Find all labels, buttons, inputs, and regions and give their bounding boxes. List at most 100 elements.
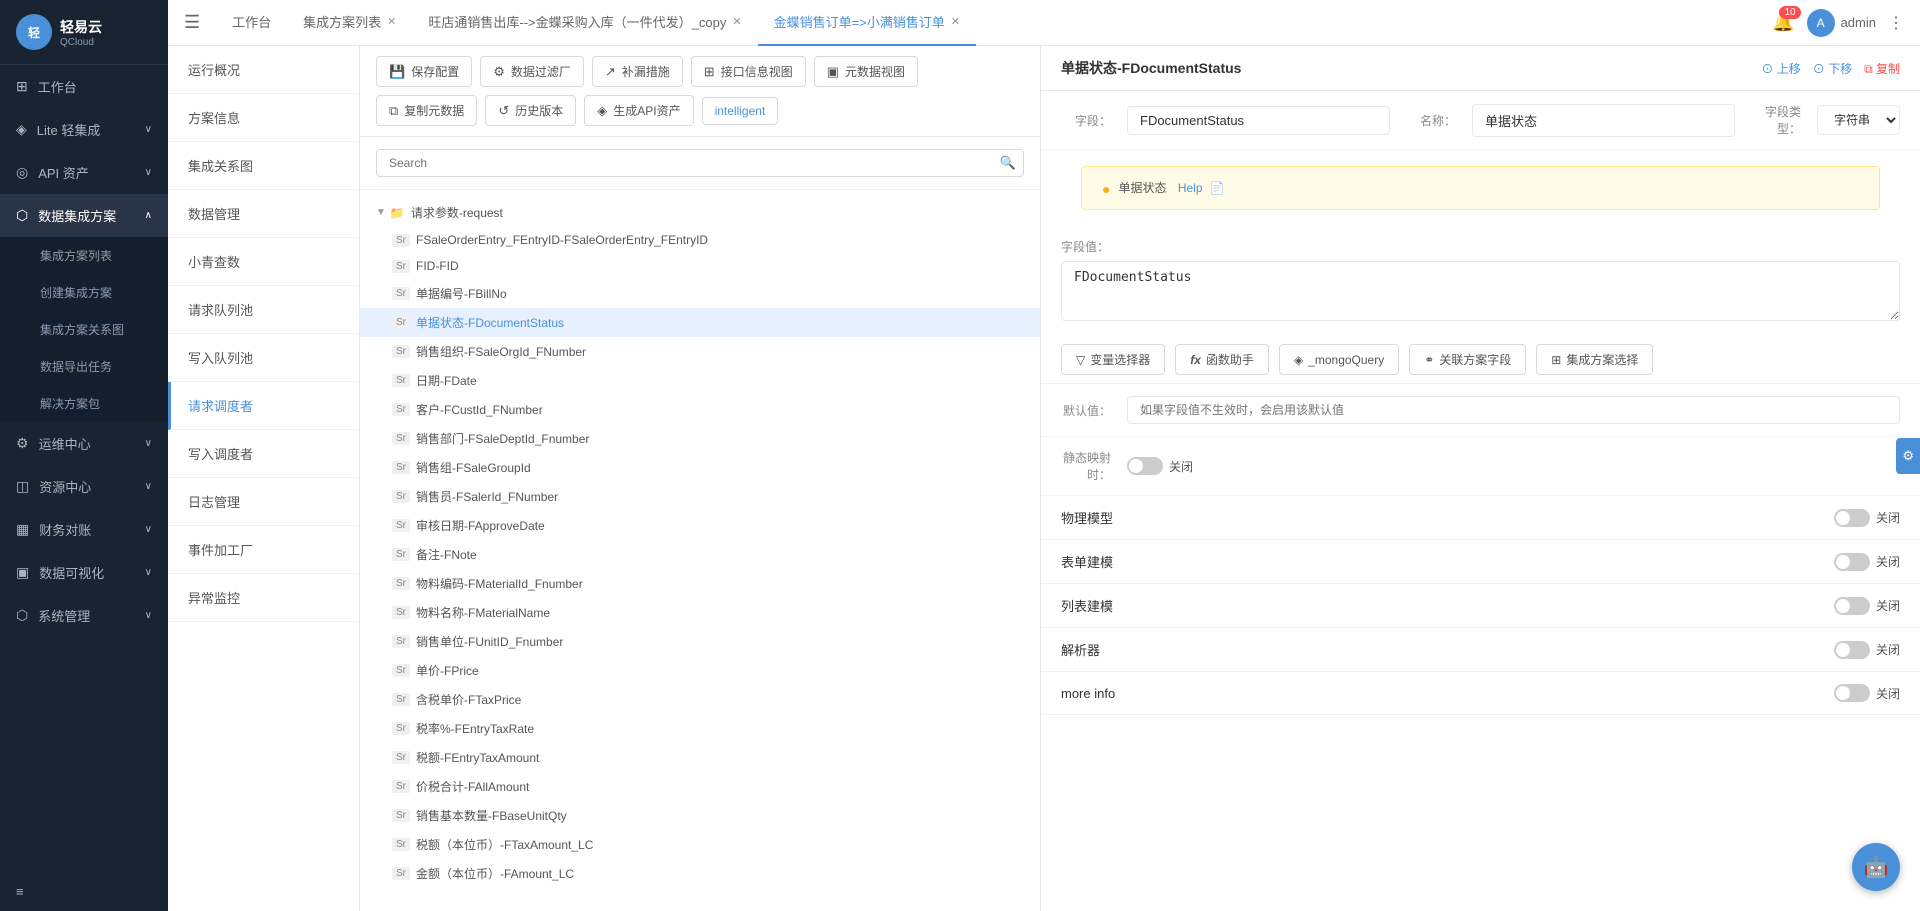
up-action[interactable]: ⊙ 上移	[1761, 60, 1800, 77]
tree-item-10[interactable]: Sr 审核日期-FApproveDate	[360, 511, 1040, 540]
sidebar-item-data-vis[interactable]: ▣ 数据可视化 ∨	[0, 551, 168, 594]
tab-jindie-close[interactable]: ✕	[951, 15, 960, 28]
tree-item-0[interactable]: Sr FSaleOrderEntry_FEntryID-FSaleOrderEn…	[360, 227, 1040, 253]
tree-item-6[interactable]: Sr 客户-FCustId_FNumber	[360, 395, 1040, 424]
tree-item-19[interactable]: Sr 价税合计-FAllAmount	[360, 772, 1040, 801]
left-panel-event-factory[interactable]: 事件加工厂	[168, 526, 359, 574]
more-info-toggle[interactable]: 关闭	[1834, 684, 1900, 702]
tree-item-3[interactable]: Sr 单据状态-FDocumentStatus	[360, 308, 1040, 337]
static-toggle[interactable]	[1127, 457, 1163, 475]
tree-item-14[interactable]: Sr 销售单位-FUnitID_Fnumber	[360, 627, 1040, 656]
tree-item-16[interactable]: Sr 含税单价-FTaxPrice	[360, 685, 1040, 714]
tree-item-4[interactable]: Sr 销售组织-FSaleOrgId_FNumber	[360, 337, 1040, 366]
default-input[interactable]	[1127, 396, 1900, 424]
tree-item-9[interactable]: Sr 销售员-FSalerId_FNumber	[360, 482, 1040, 511]
notification-badge[interactable]: 🔔 10	[1772, 12, 1794, 33]
copy-action[interactable]: ⧉ 复制	[1864, 60, 1900, 77]
tab-workbench[interactable]: 工作台	[216, 0, 287, 46]
sidebar-item-lite[interactable]: ◈ Lite 轻集成 ∨	[0, 108, 168, 151]
sidebar-item-finance[interactable]: ▦ 财务对账 ∨	[0, 508, 168, 551]
tree-item-11[interactable]: Sr 备注-FNote	[360, 540, 1040, 569]
form-model-toggle[interactable]: 关闭	[1834, 553, 1900, 571]
left-panel-write-dispatcher[interactable]: 写入调度者	[168, 430, 359, 478]
sidebar-item-api[interactable]: ◎ API 资产 ∨	[0, 151, 168, 194]
sidebar-sub-solution-package[interactable]: 解决方案包	[0, 385, 168, 422]
tree-item-18[interactable]: Sr 税额-FEntryTaxAmount	[360, 743, 1040, 772]
tree-item-5[interactable]: Sr 日期-FDate	[360, 366, 1040, 395]
search-input[interactable]	[376, 149, 1024, 177]
tree-folder-request[interactable]: ▼ 📁 请求参数-request	[360, 198, 1040, 227]
tree-item-12[interactable]: Sr 物料编码-FMaterialId_Fnumber	[360, 569, 1040, 598]
sidebar-item-data-integration[interactable]: ⬡ 数据集成方案 ∧	[0, 194, 168, 237]
left-panel-plan-info[interactable]: 方案信息	[168, 94, 359, 142]
left-panel-request-dispatcher[interactable]: 请求调度者	[168, 382, 359, 430]
mongo-query-button[interactable]: ◈ _mongoQuery	[1279, 344, 1399, 375]
sidebar-item-workbench[interactable]: ⊞ 工作台	[0, 65, 168, 108]
help-icon[interactable]: 📄	[1210, 181, 1225, 195]
search-icon[interactable]: 🔍	[1000, 155, 1016, 171]
tree-item-17[interactable]: Sr 税率%-FEntryTaxRate	[360, 714, 1040, 743]
tree-item-15[interactable]: Sr 单价-FPrice	[360, 656, 1040, 685]
history-button[interactable]: ↺ 历史版本	[485, 95, 576, 126]
user-avatar[interactable]: A admin	[1807, 9, 1876, 37]
tab-integration-list-close[interactable]: ✕	[387, 15, 396, 28]
interface-view-button[interactable]: ⊞ 接口信息视图	[691, 56, 806, 87]
top-bar-more-icon[interactable]: ⋮	[1888, 13, 1904, 33]
tree-item-8[interactable]: Sr 销售组-FSaleGroupId	[360, 453, 1040, 482]
supplement-button[interactable]: ↗ 补漏措施	[592, 56, 683, 87]
sidebar-sub-data-export[interactable]: 数据导出任务	[0, 348, 168, 385]
sidebar-sub-integration-relation[interactable]: 集成方案关系图	[0, 311, 168, 348]
list-model-toggle[interactable]: 关闭	[1834, 597, 1900, 615]
left-panel-integration-view[interactable]: 集成关系图	[168, 142, 359, 190]
meta-view-button[interactable]: ▣ 元数据视图	[814, 56, 918, 87]
left-panel-log-mgmt[interactable]: 日志管理	[168, 478, 359, 526]
list-model-switch[interactable]	[1834, 597, 1870, 615]
left-panel-xiao-qing[interactable]: 小青查数	[168, 238, 359, 286]
intelligent-button[interactable]: intelligent	[702, 97, 779, 125]
tab-wangdian-close[interactable]: ✕	[732, 15, 741, 28]
left-panel-exception-monitor[interactable]: 异常监控	[168, 574, 359, 622]
sidebar-bottom[interactable]: ≡	[0, 872, 168, 911]
var-selector-button[interactable]: ▽ 变量选择器	[1061, 344, 1165, 375]
help-link[interactable]: Help	[1178, 181, 1203, 195]
integration-select-button[interactable]: ⊞ 集成方案选择	[1536, 344, 1653, 375]
tree-item-20[interactable]: Sr 销售基本数量-FBaseUnitQty	[360, 801, 1040, 830]
field-value-input[interactable]: FDocumentStatus	[1061, 261, 1900, 321]
tab-jindie[interactable]: 金蝶销售订单=>小满销售订单 ✕	[758, 0, 976, 46]
tree-item-2[interactable]: Sr 单据编号-FBillNo	[360, 279, 1040, 308]
more-info-switch[interactable]	[1834, 684, 1870, 702]
settings-gear-button[interactable]: ⚙	[1896, 438, 1920, 474]
tree-item-7[interactable]: Sr 销售部门-FSaleDeptId_Fnumber	[360, 424, 1040, 453]
left-panel-overview[interactable]: 运行概况	[168, 46, 359, 94]
down-action[interactable]: ⊙ 下移	[1813, 60, 1852, 77]
sidebar-sub-create-integration[interactable]: 创建集成方案	[0, 274, 168, 311]
left-panel-write-pool[interactable]: 写入队列池	[168, 334, 359, 382]
field-type-select[interactable]: 字符串	[1817, 105, 1900, 135]
left-panel-request-pool[interactable]: 请求队列池	[168, 286, 359, 334]
tree-item-22[interactable]: Sr 金额（本位币）-FAmount_LC	[360, 859, 1040, 888]
save-config-button[interactable]: 💾 保存配置	[376, 56, 472, 87]
static-switch[interactable]: 关闭	[1127, 457, 1193, 475]
tab-integration-list[interactable]: 集成方案列表 ✕	[287, 0, 412, 46]
sidebar-item-resource-center[interactable]: ◫ 资源中心 ∨	[0, 465, 168, 508]
tree-item-13[interactable]: Sr 物料名称-FMaterialName	[360, 598, 1040, 627]
func-helper-button[interactable]: fx 函数助手	[1175, 344, 1269, 375]
menu-icon[interactable]: ☰	[184, 12, 200, 33]
parser-toggle[interactable]: 关闭	[1834, 641, 1900, 659]
left-panel-data-mgmt[interactable]: 数据管理	[168, 190, 359, 238]
tab-wangdian[interactable]: 旺店通销售出库-->金蝶采购入库（一件代发）_copy ✕	[412, 0, 757, 46]
copy-meta-button[interactable]: ⧉ 复制元数据	[376, 95, 477, 126]
sidebar-sub-integration-list[interactable]: 集成方案列表	[0, 237, 168, 274]
tree-item-21[interactable]: Sr 税额（本位币）-FTaxAmount_LC	[360, 830, 1040, 859]
data-filter-button[interactable]: ⚙ 数据过滤厂	[480, 56, 584, 87]
form-model-switch[interactable]	[1834, 553, 1870, 571]
sidebar-item-sys-mgmt[interactable]: ⬡ 系统管理 ∨	[0, 594, 168, 637]
related-field-button[interactable]: ⚭ 关联方案字段	[1409, 344, 1526, 375]
xiao-qing-assistant[interactable]: 🤖	[1852, 843, 1900, 891]
physical-model-switch[interactable]	[1834, 509, 1870, 527]
tree-item-1[interactable]: Sr FID-FID	[360, 253, 1040, 279]
sidebar-item-ops-center[interactable]: ⚙ 运维中心 ∨	[0, 422, 168, 465]
gen-api-button[interactable]: ◈ 生成API资产	[584, 95, 693, 126]
physical-model-toggle[interactable]: 关闭	[1834, 509, 1900, 527]
parser-switch[interactable]	[1834, 641, 1870, 659]
